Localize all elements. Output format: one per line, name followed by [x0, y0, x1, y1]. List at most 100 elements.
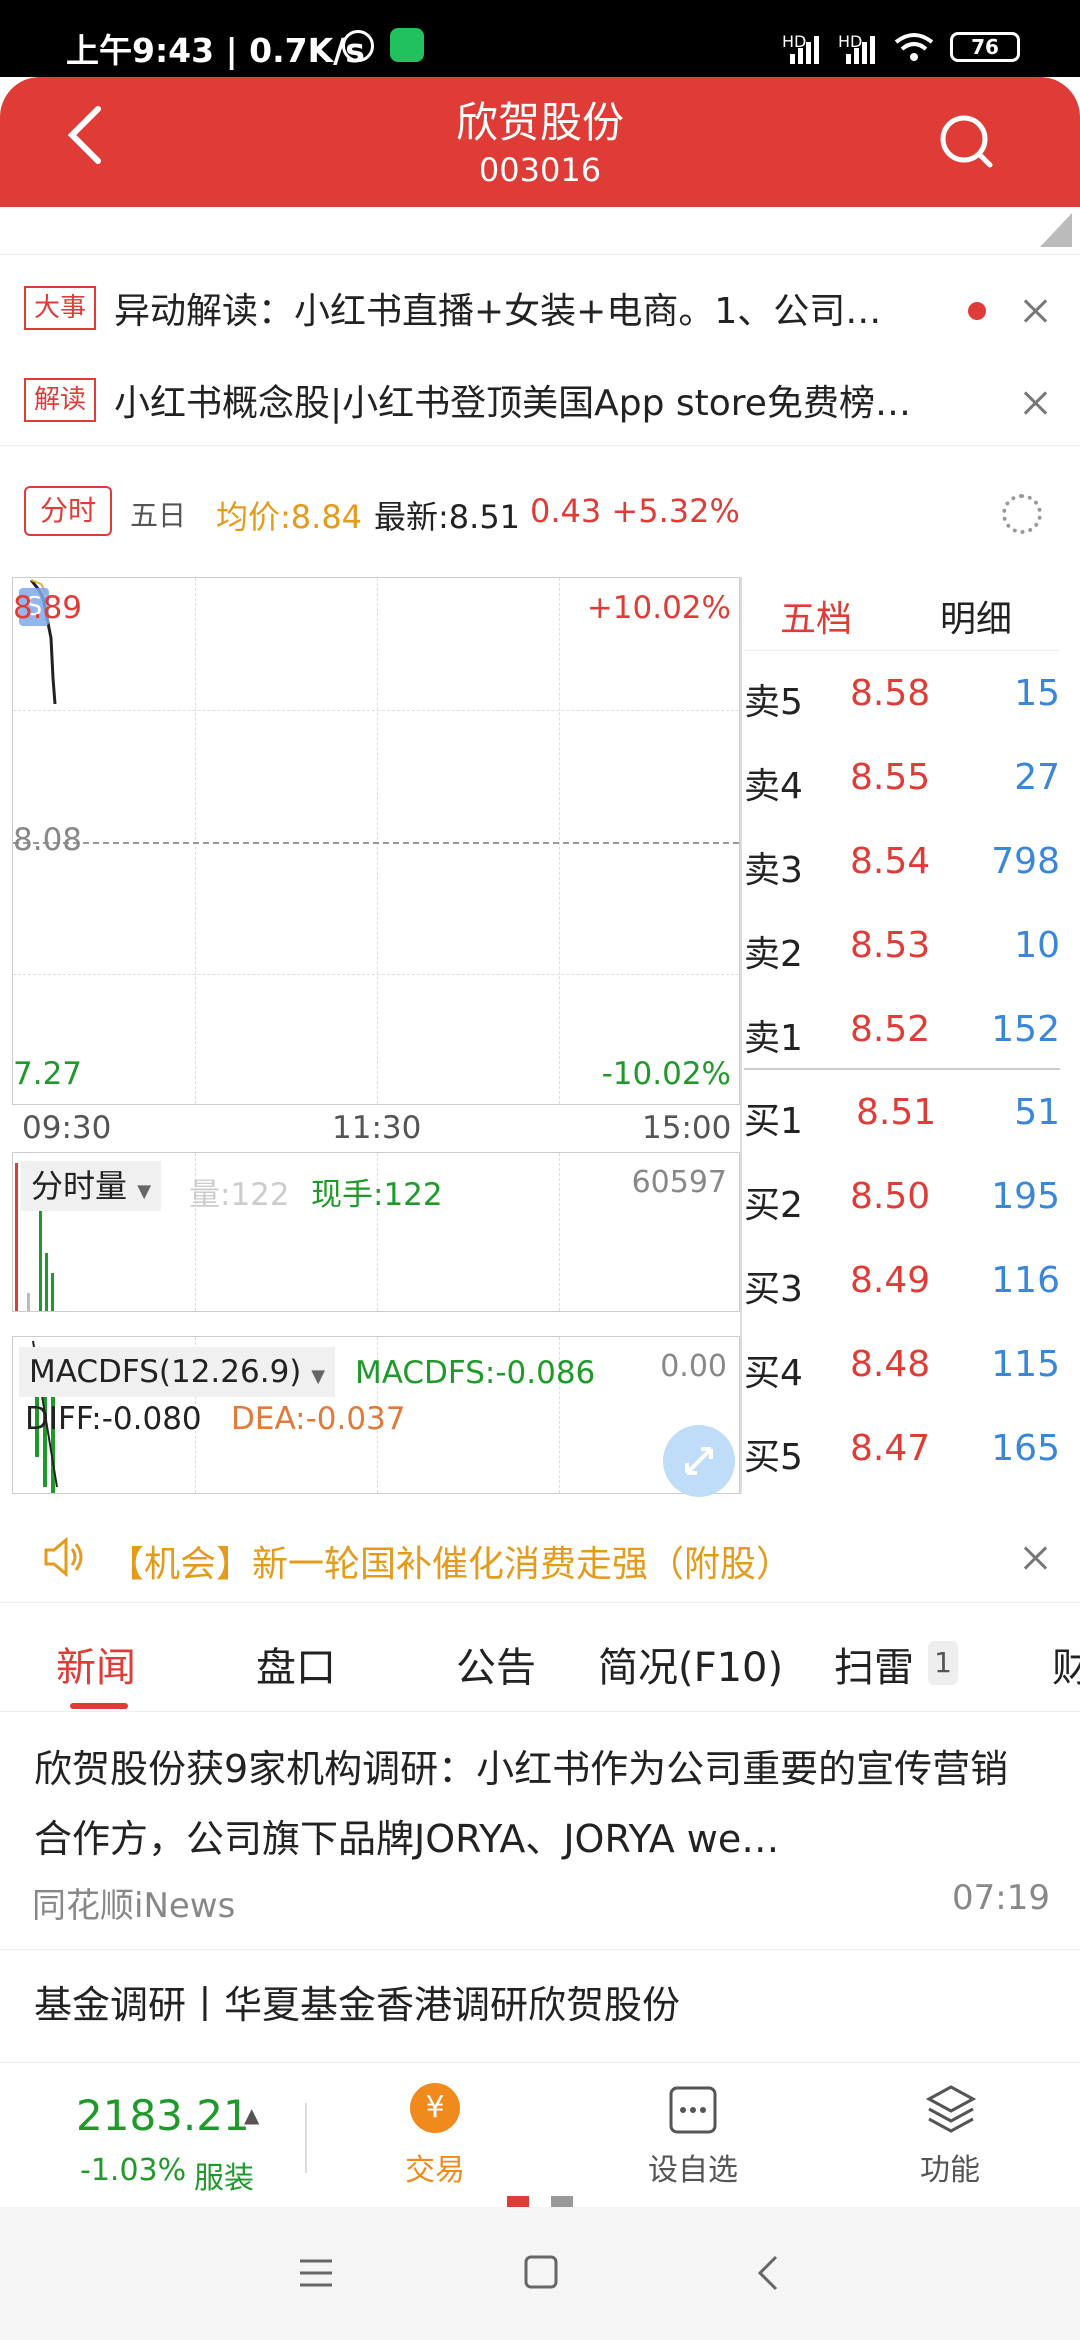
- function-label[interactable]: 功能: [920, 2145, 980, 2189]
- unread-dot: [968, 302, 986, 320]
- alarm-icon: [342, 30, 374, 62]
- bottom-toolbar: 2183.21 ▲ -1.03% 服装 ¥ 交易 设自选 功能: [0, 2062, 1080, 2207]
- trade-label[interactable]: 交易: [405, 2145, 465, 2189]
- macd-chart[interactable]: MACDFS(12.26.9) ▼ MACDFS:-0.086 0.00 DIF…: [12, 1336, 740, 1497]
- opportunity-banner[interactable]: 【机会】新一轮国补催化消费走强（附股）: [0, 1515, 1080, 1601]
- opportunity-text: 【机会】新一轮国补催化消费走强（附股）: [108, 1544, 793, 1585]
- ask-volume: 27: [1014, 757, 1060, 798]
- tab-finance[interactable]: 财: [1052, 1635, 1080, 1693]
- scan-badge: 1: [928, 1641, 958, 1685]
- bid-row[interactable]: 买2 8.50 195: [744, 1158, 1060, 1242]
- trade-icon[interactable]: ¥: [410, 2083, 460, 2133]
- current-hand-label: 现手:122: [311, 1177, 443, 1213]
- volume-selector[interactable]: 分时量 ▼: [21, 1161, 162, 1211]
- active-tab-indicator: [70, 1703, 128, 1709]
- grid-line: [13, 710, 739, 711]
- volume-chart[interactable]: 分时量 ▼ 量:122 现手:122 60597: [12, 1152, 740, 1312]
- bid-label: 买2: [744, 1185, 803, 1226]
- close-icon[interactable]: [1020, 296, 1050, 326]
- grid-line: [559, 1153, 560, 1311]
- bid-row[interactable]: 买5 8.47 165: [744, 1410, 1060, 1494]
- avg-price: 均价:8.84: [216, 498, 363, 536]
- grid-line: [559, 578, 560, 1104]
- ask-label: 卖5: [744, 682, 803, 723]
- macd-zero-label: 0.00: [660, 1349, 727, 1384]
- time-end-label: 15:00: [642, 1110, 732, 1146]
- tab-five-levels[interactable]: 五档: [780, 590, 852, 642]
- info-tabs: 新闻 盘口 公告 简况(F10) 扫雷 1 财: [0, 1602, 1080, 1712]
- wifi-icon: [894, 33, 934, 61]
- ask-row[interactable]: 卖5 8.58 15: [744, 655, 1060, 739]
- tab-notice[interactable]: 公告: [456, 1635, 536, 1693]
- speaker-icon: [44, 1536, 83, 1578]
- add-watchlist-icon[interactable]: [668, 2085, 718, 2135]
- index-value[interactable]: 2183.21: [76, 2091, 250, 2140]
- alert-row-event[interactable]: 大事 异动解读：小红书直播+女装+电商。1、公司…: [0, 264, 1080, 356]
- ask-row[interactable]: 卖4 8.55 27: [744, 739, 1060, 823]
- system-nav-bar: [0, 2207, 1080, 2340]
- tab-scan[interactable]: 扫雷: [834, 1635, 914, 1693]
- menu-icon[interactable]: [298, 2257, 334, 2289]
- price-chart[interactable]: S 8.89 8.08 7.27 +10.02% -10.02%: [12, 577, 740, 1105]
- index-change: -1.03%: [80, 2153, 187, 2188]
- ask-price: 8.55: [850, 757, 931, 798]
- alert-row-interpret[interactable]: 解读 小红书概念股|小红书登顶美国App store免费榜…: [0, 356, 1080, 448]
- ask-price: 8.52: [850, 1009, 931, 1050]
- close-icon[interactable]: [1020, 388, 1050, 418]
- bid-row[interactable]: 买3 8.49 116: [744, 1242, 1060, 1326]
- status-bar: 上午9:43 | 0.7K/s HD HD 76: [0, 0, 1080, 77]
- prev-close-line: [13, 842, 739, 844]
- bid-volume: 195: [991, 1176, 1060, 1217]
- bid-label: 买1: [744, 1101, 803, 1142]
- watchlist-label[interactable]: 设自选: [648, 2145, 738, 2189]
- diff-value: DIFF:-0.080: [25, 1401, 202, 1437]
- tab-five-day[interactable]: 五日: [130, 494, 186, 534]
- tab-detail[interactable]: 明细: [940, 590, 1012, 642]
- close-icon[interactable]: [1020, 1543, 1050, 1573]
- triangle-up-icon: ▲: [244, 2103, 260, 2127]
- bid-volume: 116: [991, 1260, 1060, 1301]
- tab-news[interactable]: 新闻: [56, 1635, 136, 1693]
- last-price: 最新:8.51: [374, 498, 521, 536]
- grid-line: [195, 578, 196, 1104]
- bid-price: 8.51: [856, 1092, 937, 1133]
- time-start-label: 09:30: [22, 1110, 112, 1146]
- bid-label: 买3: [744, 1269, 803, 1310]
- home-icon[interactable]: [524, 2255, 558, 2289]
- alert-text: 异动解读：小红书直播+女装+电商。1、公司…: [114, 291, 882, 332]
- ask-price: 8.54: [850, 841, 931, 882]
- page-indicator-active: [507, 2196, 529, 2207]
- ask-label: 卖4: [744, 766, 803, 807]
- tab-intraday[interactable]: 分时: [24, 486, 112, 536]
- back-icon[interactable]: [756, 2255, 780, 2291]
- dea-value: DEA:-0.037: [231, 1401, 406, 1437]
- ask-volume: 15: [1014, 673, 1060, 714]
- ask-row[interactable]: 卖3 8.54 798: [744, 823, 1060, 907]
- tab-pankou[interactable]: 盘口: [256, 1635, 336, 1693]
- bid-label: 买5: [744, 1437, 803, 1478]
- stock-code: 003016: [478, 151, 602, 189]
- stock-name: 欣贺股份: [455, 98, 624, 147]
- price-change: 0.43 +5.32%: [530, 492, 740, 530]
- bid-row[interactable]: 买4 8.48 115: [744, 1326, 1060, 1410]
- expand-icon[interactable]: [663, 1425, 735, 1497]
- bid-row[interactable]: 买1 8.51 51: [744, 1074, 1060, 1158]
- ask-price: 8.58: [850, 673, 931, 714]
- phone-icon: [390, 28, 424, 62]
- news-title: 基金调研丨华夏基金香港调研欣贺股份: [34, 1983, 681, 2027]
- layers-icon[interactable]: [926, 2083, 976, 2137]
- ask-row[interactable]: 卖2 8.53 10: [744, 907, 1060, 991]
- bid-price: 8.47: [850, 1428, 931, 1469]
- news-item[interactable]: 基金调研丨华夏基金香港调研欣贺股份: [0, 1952, 1080, 2060]
- ask-volume: 798: [991, 841, 1060, 882]
- tab-f10[interactable]: 简况(F10): [598, 1635, 783, 1693]
- volume-selector-label: 分时量: [31, 1167, 128, 1205]
- divider: [740, 577, 742, 1494]
- grid-line: [377, 578, 378, 1104]
- news-item[interactable]: 欣贺股份获9家机构调研：小红书作为公司重要的宣传营销合作方，公司旗下品牌JORY…: [0, 1714, 1080, 1950]
- search-icon[interactable]: [938, 113, 994, 169]
- ask-row[interactable]: 卖1 8.52 152: [744, 991, 1060, 1075]
- settings-gear-icon[interactable]: [1002, 494, 1042, 534]
- pct-high-label: +10.02%: [586, 590, 731, 626]
- macd-selector[interactable]: MACDFS(12.26.9) ▼: [19, 1347, 336, 1397]
